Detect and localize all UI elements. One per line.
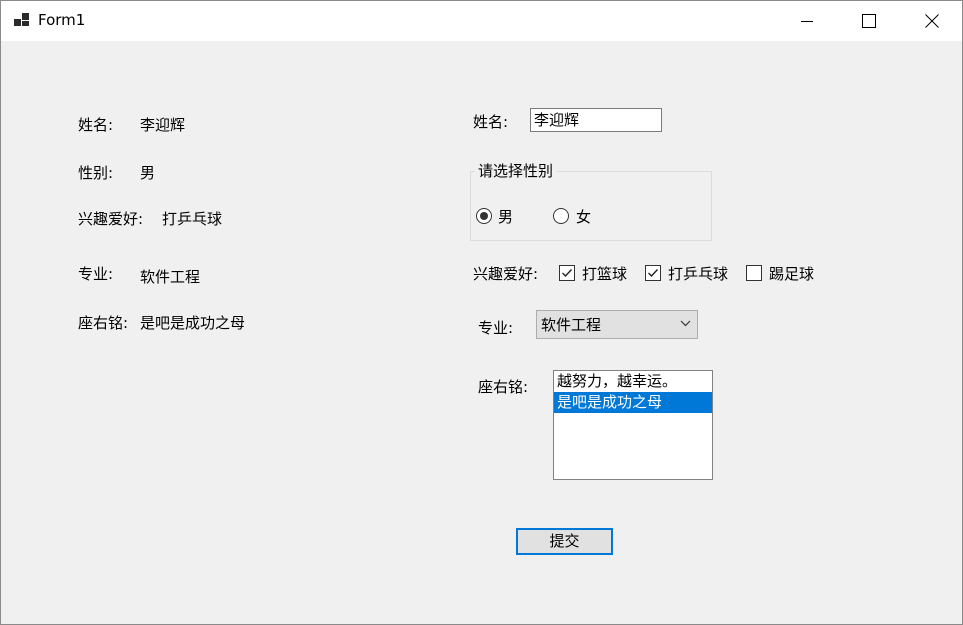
- output-hobby-value: 打乒乓球: [162, 210, 223, 228]
- close-icon: [925, 14, 939, 28]
- output-major-label: 专业:: [78, 265, 114, 283]
- submit-button[interactable]: 提交: [516, 528, 613, 555]
- name-label: 姓名:: [473, 113, 509, 131]
- checkbox-basketball-label[interactable]: 打篮球: [582, 265, 627, 283]
- app-icon: [14, 13, 30, 27]
- radio-female-circle[interactable]: [553, 208, 569, 224]
- output-name-label: 姓名:: [78, 116, 114, 134]
- major-combobox[interactable]: 软件工程: [536, 310, 698, 339]
- radio-male-circle[interactable]: [476, 208, 492, 224]
- major-label: 专业:: [478, 319, 514, 337]
- motto-listbox[interactable]: 越努力，越幸运。 是吧是成功之母: [553, 370, 713, 480]
- maximize-icon: [862, 14, 876, 28]
- main-window: Form1 姓名: 李迎辉 性别: 男 兴趣爱好: 打乒乓球 专业: 软件工程 …: [0, 0, 963, 625]
- checkmark-icon: [648, 269, 659, 278]
- name-input[interactable]: 李迎辉: [530, 108, 662, 132]
- maximize-button[interactable]: [845, 1, 893, 41]
- checkbox-football-label[interactable]: 踢足球: [769, 265, 814, 283]
- output-hobby-label: 兴趣爱好:: [78, 210, 144, 228]
- output-motto-value: 是吧是成功之母: [140, 314, 246, 332]
- output-gender-label: 性别:: [78, 164, 114, 182]
- radio-male-label[interactable]: 男: [498, 208, 513, 226]
- close-button[interactable]: [908, 1, 956, 41]
- output-gender-value: 男: [140, 164, 156, 182]
- list-item[interactable]: 越努力，越幸运。: [554, 371, 712, 392]
- motto-label: 座右铭:: [478, 378, 529, 396]
- window-title: Form1: [38, 11, 86, 29]
- output-motto-label: 座右铭:: [78, 314, 129, 332]
- checkbox-pingpong-label[interactable]: 打乒乓球: [668, 265, 728, 283]
- checkmark-icon: [562, 269, 573, 278]
- output-major-value: 软件工程: [140, 268, 201, 286]
- minimize-button[interactable]: [783, 1, 831, 41]
- gender-group-title: 请选择性别: [475, 162, 557, 180]
- output-name-value: 李迎辉: [140, 116, 186, 134]
- gender-groupbox: [470, 171, 712, 241]
- radio-female-label[interactable]: 女: [576, 208, 591, 226]
- checkbox-basketball-box[interactable]: [559, 265, 575, 281]
- major-combobox-value: 软件工程: [541, 316, 602, 334]
- hobby-label: 兴趣爱好:: [473, 265, 539, 283]
- checkbox-football-box[interactable]: [746, 265, 762, 281]
- chevron-down-icon: [680, 320, 691, 327]
- checkbox-pingpong-box[interactable]: [645, 265, 661, 281]
- minimize-icon: [801, 21, 813, 22]
- title-bar[interactable]: Form1: [1, 1, 962, 41]
- list-item-selected[interactable]: 是吧是成功之母: [554, 392, 712, 413]
